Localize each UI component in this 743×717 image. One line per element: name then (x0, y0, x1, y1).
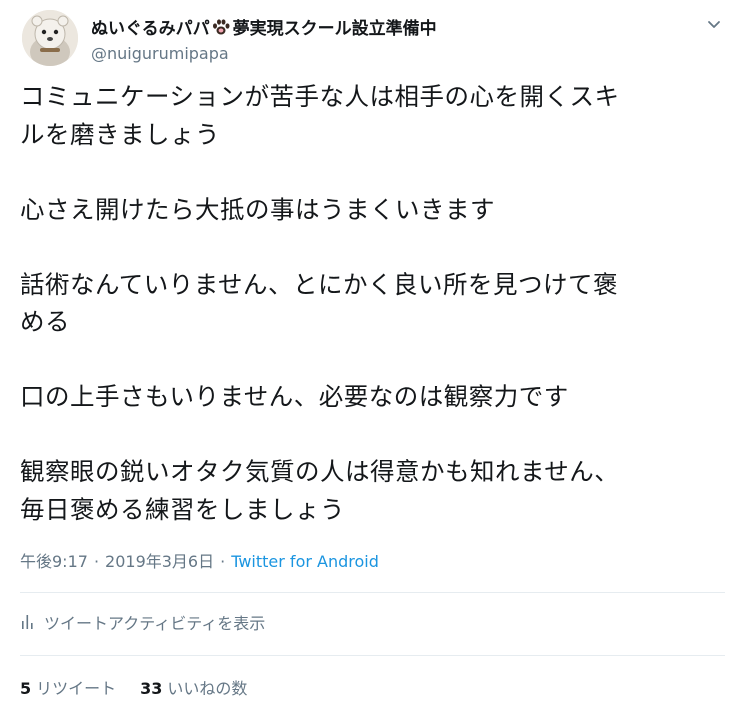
tweet-line: 話術なんていりません、とにかく良い所を見つけて褒 (20, 269, 619, 299)
tweet-paragraph: 話術なんていりません、とにかく良い所を見つけて褒 める (20, 266, 725, 341)
meta-separator: · (93, 552, 100, 571)
tweet-activity-link[interactable]: ツイートアクティビティを表示 (20, 610, 265, 634)
display-name-text: ぬいぐるみパパ (91, 19, 210, 39)
tweet-stats: 5 リツイート 33 いいねの数 (20, 675, 247, 699)
tweet-card: ぬいぐるみパパ 夢実現スクール設立準備中 @nuigurumipapa コミュニ… (0, 0, 743, 717)
retweets-stat[interactable]: 5 リツイート (20, 679, 116, 698)
stuffed-toy-avatar-icon (22, 10, 78, 66)
tweet-activity-label: ツイートアクティビティを表示 (44, 614, 266, 633)
tweet-paragraph: 観察眼の鋭いオタク気質の人は得意かも知れません、 毎日褒める練習をしましょう (20, 453, 725, 528)
tweet-source-link[interactable]: Twitter for Android (231, 552, 379, 571)
likes-label: いいねの数 (167, 679, 248, 698)
display-name-suffix: 夢実現スクール設立準備中 (232, 19, 437, 39)
likes-count: 33 (140, 679, 163, 698)
paw-icon (211, 18, 231, 36)
tweet-time[interactable]: 午後9:17 (20, 552, 88, 571)
chevron-down-icon[interactable] (703, 14, 725, 36)
likes-stat[interactable]: 33 いいねの数 (140, 679, 247, 698)
meta-separator: · (220, 552, 226, 571)
author-handle[interactable]: @nuigurumipapa (91, 44, 229, 63)
tweet-text: コミュニケーションが苦手な人は相手の心を開くスキ ルを磨きましょう 心さえ開けた… (20, 78, 725, 528)
tweet-line: める (20, 307, 70, 336)
divider (20, 655, 725, 656)
tweet-line: 口の上手さもいりません、必要なのは観察力です (20, 382, 569, 411)
retweets-label: リツイート (36, 679, 117, 698)
avatar[interactable] (22, 10, 78, 66)
tweet-meta: 午後9:17 · 2019年3月6日 · Twitter for Android (20, 548, 379, 572)
tweet-line: 観察眼の鋭いオタク気質の人は得意かも知れません、 (20, 457, 620, 486)
retweets-count: 5 (20, 679, 32, 698)
tweet-line: 毎日褒める練習をしましょう (20, 494, 345, 524)
tweet-paragraph: 口の上手さもいりません、必要なのは観察力です (20, 378, 725, 416)
tweet-line: コミュニケーションが苦手な人は相手の心を開くスキ (20, 82, 620, 111)
tweet-line: ルを磨きましょう (20, 119, 220, 149)
divider (20, 592, 725, 593)
tweet-date[interactable]: 2019年3月6日 (105, 552, 214, 571)
tweet-paragraph: 心さえ開けたら大抵の事はうまくいきます (20, 191, 725, 229)
tweet-paragraph: コミュニケーションが苦手な人は相手の心を開くスキ ルを磨きましょう (20, 78, 725, 153)
display-name[interactable]: ぬいぐるみパパ 夢実現スクール設立準備中 (91, 14, 437, 39)
tweet-line: 心さえ開けたら大抵の事はうまくいきます (20, 194, 495, 224)
bar-chart-icon (20, 613, 36, 631)
